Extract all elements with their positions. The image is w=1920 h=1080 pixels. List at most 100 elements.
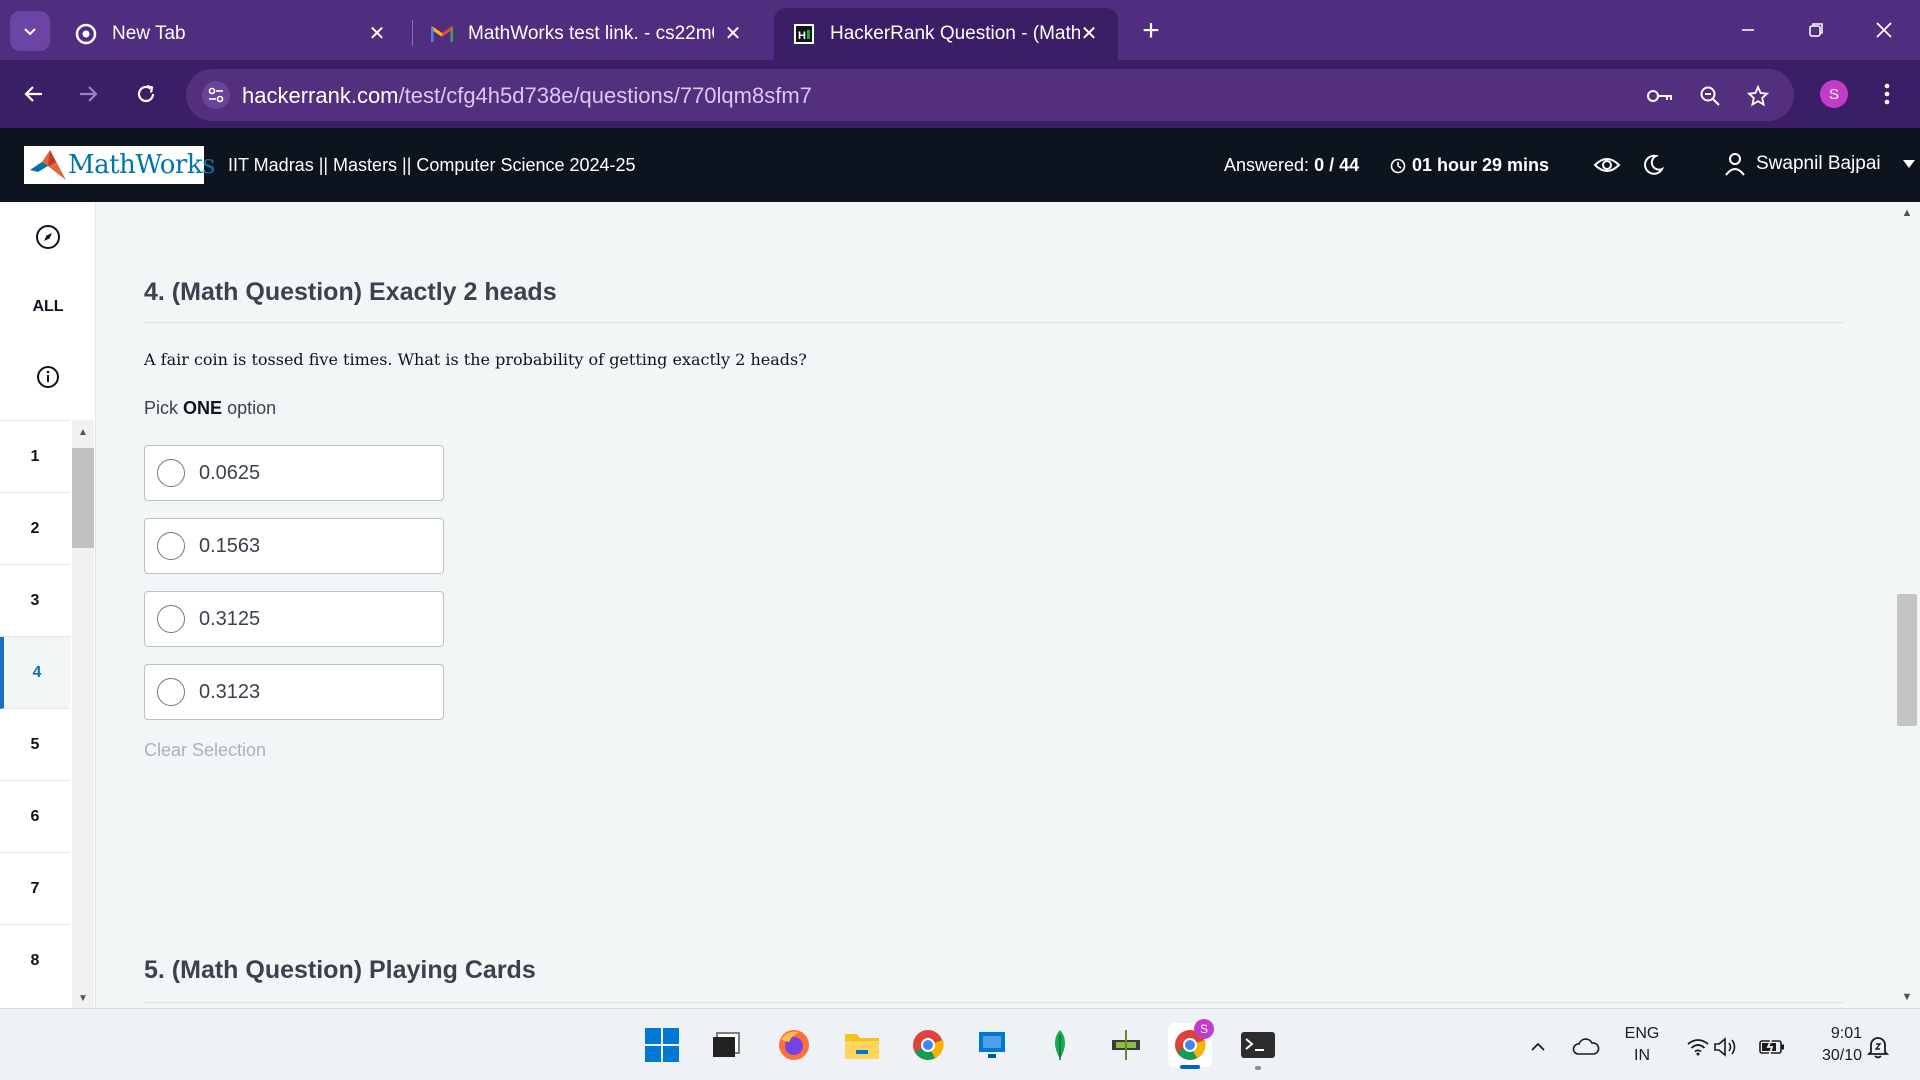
firefox-taskbar-icon[interactable]	[772, 1023, 816, 1067]
close-icon	[1876, 22, 1892, 38]
scroll-up-arrow-icon[interactable]: ▲	[72, 424, 94, 440]
accessibility-eye-icon[interactable]	[1592, 150, 1622, 180]
question-list: 1 2 3 4 5 6 7 8	[0, 420, 70, 1008]
tab-search-button[interactable]	[10, 11, 50, 51]
show-hidden-icons-chevron-icon[interactable]	[1524, 1033, 1552, 1061]
back-button[interactable]	[14, 74, 54, 114]
volume-icon[interactable]	[1712, 1033, 1740, 1061]
active-app-indicator	[1180, 1065, 1200, 1069]
question-link-4[interactable]: 4	[0, 637, 70, 709]
url-text[interactable]: hackerrank.com/test/cfg4h5d738e/question…	[242, 83, 812, 109]
answered-value: 0 / 44	[1314, 155, 1360, 175]
navigator-scroll-thumb[interactable]	[72, 448, 94, 548]
answer-option-2[interactable]: 0.1563	[144, 518, 444, 574]
mathworks-logo: MathWorks	[24, 146, 215, 184]
close-icon[interactable]: ✕	[720, 20, 746, 46]
next-question-title: 5. (Math Question) Playing Cards	[144, 956, 536, 984]
arrow-right-icon	[80, 86, 98, 102]
profile-avatar[interactable]: S	[1820, 80, 1848, 108]
chrome-taskbar-icon[interactable]	[906, 1023, 950, 1067]
zoom-icon[interactable]	[1696, 82, 1724, 110]
question-link-2[interactable]: 2	[0, 493, 70, 565]
tab-hackerrank[interactable]: H HackerRank Question - (Math C ✕	[774, 8, 1118, 60]
tab-new-tab[interactable]: New Tab ✕	[56, 8, 406, 60]
pick-count: ONE	[183, 398, 223, 418]
page-scroll-thumb[interactable]	[1897, 594, 1917, 726]
language-indicator[interactable]: ENG IN	[1620, 1023, 1664, 1067]
notification-bell-icon[interactable]	[1864, 1033, 1892, 1061]
option-label: 0.3123	[199, 680, 261, 703]
bookmark-star-icon[interactable]	[1744, 82, 1772, 110]
scroll-down-arrow-icon[interactable]: ▼	[1894, 988, 1920, 1006]
url-host: hackerrank.com	[242, 83, 399, 108]
option-label: 0.1563	[199, 534, 261, 557]
question-link-5[interactable]: 5	[0, 709, 70, 781]
browser-tabstrip: New Tab ✕ MathWorks test link. - cs22m08…	[0, 0, 1920, 60]
file-explorer-taskbar-icon[interactable]	[840, 1023, 884, 1067]
question-link-3[interactable]: 3	[0, 565, 70, 637]
dark-mode-moon-icon[interactable]	[1638, 150, 1668, 180]
question-link-1[interactable]: 1	[0, 421, 70, 493]
divider	[144, 1002, 1844, 1003]
reload-icon	[137, 84, 155, 103]
answer-option-3[interactable]: 0.3125	[144, 591, 444, 647]
terminal-taskbar-icon[interactable]	[1236, 1023, 1280, 1070]
more-menu-icon[interactable]	[1872, 78, 1902, 110]
answer-option-4[interactable]: 0.3123	[144, 664, 444, 720]
mongodb-taskbar-icon[interactable]	[1038, 1023, 1082, 1067]
pick-instruction: Pick ONE option	[144, 398, 276, 419]
tab-title: New Tab	[112, 23, 186, 44]
radio-button[interactable]	[157, 459, 185, 487]
arrow-left-icon	[24, 86, 42, 102]
task-view-button[interactable]	[704, 1023, 748, 1067]
instructions-button[interactable]	[0, 342, 96, 412]
password-key-icon[interactable]	[1646, 82, 1674, 110]
radio-button[interactable]	[157, 532, 185, 560]
language-code: ENG	[1624, 1025, 1660, 1042]
running-app-indicator	[1255, 1066, 1261, 1070]
navigator-toggle-button[interactable]	[0, 202, 96, 272]
user-menu[interactable]: Swapnil Bajpai	[1724, 152, 1915, 176]
windows-logo-icon	[645, 1028, 679, 1062]
scroll-down-arrow-icon[interactable]: ▼	[72, 990, 94, 1006]
radio-button[interactable]	[157, 605, 185, 633]
filter-all-button[interactable]: ALL	[0, 272, 96, 342]
new-tab-button[interactable]: +	[1134, 14, 1168, 48]
page-scrollbar[interactable]: ▲ ▼	[1894, 202, 1920, 1008]
restore-button[interactable]	[1796, 12, 1836, 48]
minimize-button[interactable]	[1728, 12, 1768, 48]
question-link-6[interactable]: 6	[0, 781, 70, 853]
question-link-7[interactable]: 7	[0, 853, 70, 925]
question-content: 4. (Math Question) Exactly 2 heads A fai…	[96, 202, 1894, 1008]
forward-button[interactable]	[68, 74, 108, 114]
clear-selection-button[interactable]: Clear Selection	[144, 740, 266, 761]
clock[interactable]: 9:01 30/10	[1806, 1023, 1862, 1067]
scroll-up-arrow-icon[interactable]: ▲	[1894, 204, 1920, 222]
close-icon[interactable]: ✕	[364, 20, 390, 46]
satellite-app-taskbar-icon[interactable]	[1104, 1023, 1148, 1067]
user-icon	[1725, 153, 1745, 176]
start-button[interactable]	[640, 1023, 684, 1067]
navigator-scrollbar[interactable]: ▲ ▼	[72, 420, 94, 1008]
gmail-icon	[430, 22, 454, 46]
chrome-profile-taskbar-icon[interactable]: S	[1168, 1019, 1214, 1069]
svg-text:H: H	[798, 30, 806, 42]
timer-text: 01 hour 29 mins	[1412, 155, 1550, 175]
chrome-icon	[74, 22, 98, 46]
tab-gmail[interactable]: MathWorks test link. - cs22m08 ✕	[412, 8, 762, 60]
site-settings-icon[interactable]	[202, 81, 230, 109]
wifi-icon[interactable]	[1684, 1033, 1712, 1061]
minimize-icon	[1742, 29, 1754, 31]
task-view-icon	[713, 1032, 740, 1057]
address-bar[interactable]: hackerrank.com/test/cfg4h5d738e/question…	[186, 69, 1794, 121]
restore-icon	[1809, 23, 1823, 37]
close-icon[interactable]: ✕	[1076, 20, 1102, 46]
reload-button[interactable]	[126, 74, 166, 114]
answer-option-1[interactable]: 0.0625	[144, 445, 444, 501]
close-window-button[interactable]	[1864, 12, 1904, 48]
radio-button[interactable]	[157, 678, 185, 706]
question-link-8[interactable]: 8	[0, 925, 70, 997]
onedrive-cloud-icon[interactable]	[1572, 1033, 1600, 1061]
battery-charging-icon[interactable]	[1758, 1033, 1786, 1061]
remote-desktop-taskbar-icon[interactable]	[970, 1023, 1014, 1067]
